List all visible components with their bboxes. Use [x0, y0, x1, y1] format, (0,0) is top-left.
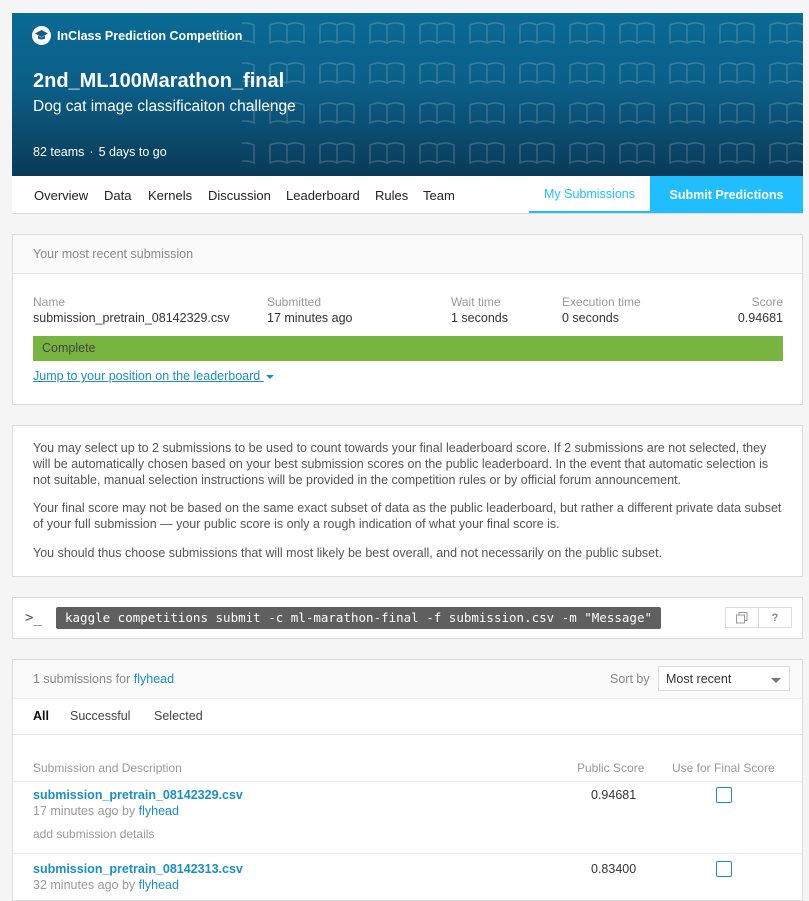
tab-data[interactable]: Data: [104, 188, 131, 203]
filter-successful[interactable]: Successful: [70, 709, 130, 723]
score-value: 0.94681: [737, 311, 783, 325]
competition-type-badge: InClass Prediction Competition: [32, 26, 242, 45]
meta-separator: ·: [89, 145, 94, 159]
submission-user-link[interactable]: flyhead: [139, 804, 179, 818]
submit-predictions-button[interactable]: Submit Predictions: [650, 176, 803, 213]
execution-time-label: Execution time: [562, 295, 641, 309]
column-submission: Submission and Description: [33, 761, 182, 775]
name-label: Name: [33, 295, 66, 309]
competition-title: 2nd_ML100Marathon_final: [33, 70, 285, 92]
info-paragraph-3: You should thus choose submissions that …: [33, 546, 663, 560]
recent-submission-card: Your most recent submission Name submiss…: [12, 234, 803, 405]
sort-select[interactable]: Most recent: [658, 666, 790, 691]
team-count: 82 teams: [33, 145, 85, 159]
user-link[interactable]: flyhead: [134, 672, 174, 686]
score-label: Score: [751, 295, 783, 309]
info-paragraph-1: You may select up to 2 submissions to be…: [33, 441, 769, 487]
jump-to-leaderboard-link[interactable]: Jump to your position on the leaderboard: [33, 369, 274, 383]
submitted-value: 17 minutes ago: [267, 311, 353, 325]
final-score-checkbox[interactable]: [716, 861, 732, 877]
tab-rules[interactable]: Rules: [375, 188, 408, 203]
competition-header: InClass Prediction Competition 2nd_ML100…: [12, 13, 803, 176]
competition-meta: 82 teams · 5 days to go: [33, 145, 167, 159]
competition-type-label: InClass Prediction Competition: [57, 28, 243, 43]
submission-file-link[interactable]: submission_pretrain_08142313.csv: [33, 862, 243, 876]
final-selection-info: You may select up to 2 submissions to be…: [12, 425, 803, 577]
submission-time: 17 minutes ago by flyhead: [33, 804, 179, 818]
terminal-icon: >_: [25, 610, 42, 626]
filter-selected[interactable]: Selected: [154, 709, 203, 723]
submission-user-link[interactable]: flyhead: [139, 878, 179, 892]
tab-my-submissions[interactable]: My Submissions: [529, 176, 650, 213]
table-row: submission_pretrain_08142313.csv 32 minu…: [13, 854, 802, 900]
sort-value: Most recent: [666, 672, 732, 686]
submission-time: 32 minutes ago by flyhead: [33, 878, 179, 892]
filter-all[interactable]: All: [33, 709, 49, 723]
submission-count-text: 1 submissions for: [33, 672, 131, 686]
chevron-down-icon: [771, 678, 781, 683]
recent-submission-heading: Your most recent submission: [13, 235, 802, 274]
copy-icon[interactable]: [726, 608, 758, 627]
info-paragraph-2: Your final score may not be based on the…: [33, 501, 782, 531]
caret-down-icon: [265, 374, 274, 379]
tab-overview[interactable]: Overview: [34, 188, 88, 203]
name-value: submission_pretrain_08142329.csv: [33, 311, 230, 325]
graduation-cap-icon: [32, 26, 51, 45]
add-submission-details-link[interactable]: add submission details: [33, 827, 154, 841]
submission-filters: All Successful Selected: [13, 699, 802, 735]
command-actions: ?: [725, 607, 792, 628]
api-command-bar: >_ kaggle competitions submit -c ml-mara…: [12, 597, 803, 639]
submissions-list: 1 submissions for flyhead Sort by Most r…: [12, 659, 803, 901]
public-score: 0.83400: [591, 862, 637, 876]
submissions-toolbar: 1 submissions for flyhead Sort by Most r…: [13, 660, 802, 699]
tab-team[interactable]: Team: [423, 188, 455, 203]
public-score: 0.94681: [591, 788, 637, 802]
submission-time-text: 32 minutes ago by: [33, 878, 136, 892]
final-score-checkbox[interactable]: [716, 787, 732, 803]
column-final-score: Use for Final Score: [672, 761, 775, 775]
submission-time-text: 17 minutes ago by: [33, 804, 136, 818]
submission-file-link[interactable]: submission_pretrain_08142329.csv: [33, 788, 243, 802]
tab-discussion[interactable]: Discussion: [208, 188, 271, 203]
wait-time-label: Wait time: [451, 295, 501, 309]
tab-leaderboard[interactable]: Leaderboard: [286, 188, 360, 203]
execution-time-value: 0 seconds: [562, 311, 619, 325]
competition-subtitle: Dog cat image classificaiton challenge: [33, 98, 296, 115]
api-command[interactable]: kaggle competitions submit -c ml-maratho…: [56, 607, 661, 629]
submissions-table-header: Submission and Description Public Score …: [13, 735, 802, 782]
submitted-label: Submitted: [267, 295, 322, 309]
table-row: submission_pretrain_08142329.csv 17 minu…: [13, 780, 802, 854]
submission-count: 1 submissions for flyhead: [33, 672, 174, 686]
tab-kernels[interactable]: Kernels: [148, 188, 192, 203]
submission-status-bar: Complete: [33, 336, 783, 361]
competition-nav: Overview Data Kernels Discussion Leaderb…: [12, 176, 803, 214]
page: InClass Prediction Competition 2nd_ML100…: [0, 0, 809, 901]
jump-link-label: Jump to your position on the leaderboard: [33, 369, 261, 383]
sort-label: Sort by: [610, 672, 650, 686]
wait-time-value: 1 seconds: [451, 311, 508, 325]
deadline: 5 days to go: [98, 145, 167, 159]
column-public-score: Public Score: [577, 761, 645, 775]
help-button[interactable]: ?: [758, 608, 791, 627]
